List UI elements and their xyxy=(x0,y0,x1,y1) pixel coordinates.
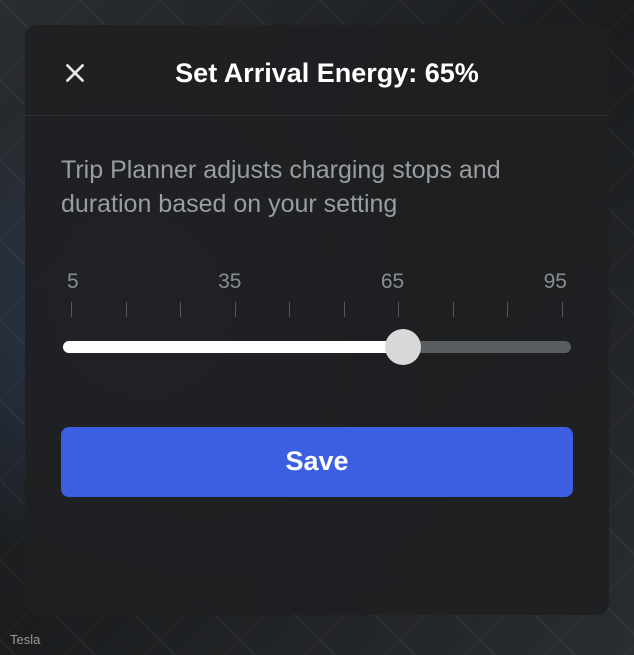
tick xyxy=(562,302,563,317)
tick xyxy=(344,302,345,317)
attribution-text: Tesla xyxy=(10,632,40,647)
slider-labels: 5 35 65 95 xyxy=(63,270,571,294)
energy-slider[interactable] xyxy=(63,327,571,367)
tick xyxy=(180,302,181,317)
arrival-energy-modal: Set Arrival Energy: 65% Trip Planner adj… xyxy=(25,25,609,615)
tick xyxy=(126,302,127,317)
save-button[interactable]: Save xyxy=(61,427,573,497)
slider-label: 35 xyxy=(218,270,241,294)
tick xyxy=(235,302,236,317)
tick xyxy=(398,302,399,317)
modal-content: Trip Planner adjusts charging stops and … xyxy=(25,116,609,527)
slider-label: 5 xyxy=(67,270,79,294)
modal-header: Set Arrival Energy: 65% xyxy=(25,25,609,115)
description-text: Trip Planner adjusts charging stops and … xyxy=(61,154,573,222)
tick xyxy=(289,302,290,317)
modal-title: Set Arrival Energy: 65% xyxy=(75,58,579,89)
slider-ticks xyxy=(63,302,571,317)
slider-container: 5 35 65 95 xyxy=(61,270,573,367)
slider-thumb[interactable] xyxy=(385,329,421,365)
slider-label: 65 xyxy=(381,270,404,294)
tick xyxy=(507,302,508,317)
tick xyxy=(453,302,454,317)
slider-fill xyxy=(63,341,403,353)
slider-label: 95 xyxy=(544,270,567,294)
tick xyxy=(71,302,72,317)
